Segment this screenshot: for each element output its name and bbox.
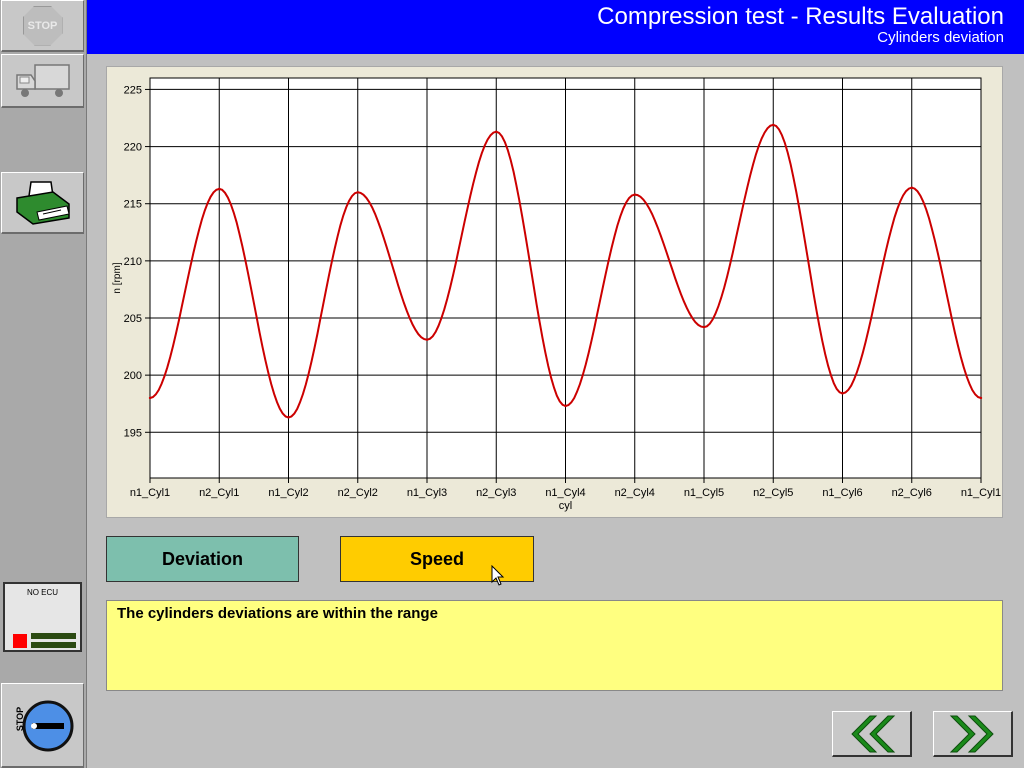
data-point bbox=[564, 404, 567, 408]
ecu-status-label: NO ECU bbox=[26, 588, 59, 597]
previous-button[interactable] bbox=[832, 711, 912, 757]
data-point bbox=[979, 396, 983, 400]
x-tick-label: n2_Cyl1 bbox=[199, 487, 239, 499]
x-tick-label: n2_Cyl4 bbox=[615, 487, 655, 499]
x-tick-label: n1_Cyl6 bbox=[822, 487, 862, 499]
x-tick-label: n1_Cyl2 bbox=[268, 487, 308, 499]
data-point bbox=[702, 325, 706, 329]
x-tick-label: n2_Cyl6 bbox=[892, 487, 932, 499]
y-tick-label: 225 bbox=[124, 84, 142, 96]
double-chevron-left-icon bbox=[850, 715, 895, 752]
x-tick-label: n2_Cyl5 bbox=[753, 487, 793, 499]
y-axis-label: n [rpm] bbox=[112, 262, 123, 293]
data-point bbox=[148, 396, 152, 400]
data-point bbox=[287, 416, 290, 419]
sidebar: STOP NO ECU STOP bbox=[0, 0, 87, 768]
x-tick-label: n1_Cyl4 bbox=[545, 487, 585, 499]
ecu-bar bbox=[31, 642, 76, 648]
x-tick-label: n1_Cyl3 bbox=[407, 487, 447, 499]
data-point bbox=[841, 392, 844, 395]
stop-top-button[interactable]: STOP bbox=[1, 0, 84, 52]
x-tick-label: n2_Cyl3 bbox=[476, 487, 516, 499]
stop-top-label: STOP bbox=[27, 19, 58, 32]
header-bar: Compression test - Results Evaluation Cy… bbox=[87, 0, 1024, 54]
deviation-button[interactable]: Deviation bbox=[106, 536, 299, 582]
stop-bottom-button[interactable]: STOP bbox=[1, 683, 84, 768]
x-tick-label: n1_Cyl1 bbox=[130, 487, 170, 499]
x-axis-label: cyl bbox=[559, 500, 572, 512]
data-point bbox=[495, 130, 498, 133]
page-title: Compression test - Results Evaluation bbox=[597, 3, 1004, 30]
x-tick-label: n1_Cyl1 bbox=[961, 487, 1001, 499]
printer-icon bbox=[15, 180, 70, 225]
x-tick-label: n1_Cyl5 bbox=[684, 487, 724, 499]
next-button[interactable] bbox=[933, 711, 1013, 757]
data-point bbox=[218, 187, 221, 191]
ecu-status-panel: NO ECU bbox=[3, 582, 82, 652]
data-point bbox=[425, 338, 429, 341]
data-point bbox=[772, 123, 775, 127]
y-tick-label: 215 bbox=[124, 199, 142, 211]
stop-sign-icon: STOP bbox=[22, 5, 63, 46]
result-message: The cylinders deviations are within the … bbox=[106, 600, 1003, 691]
y-tick-label: 210 bbox=[124, 256, 142, 268]
double-chevron-right-icon bbox=[949, 715, 994, 752]
chart-panel: 195 200 205 210 215 220 225 n1_Cyl1 n2_Cyl1 n1_Cy… bbox=[106, 66, 1003, 518]
mouse-cursor-icon bbox=[491, 565, 505, 586]
y-tick-label: 205 bbox=[124, 313, 142, 325]
data-point bbox=[633, 193, 636, 196]
ecu-red-indicator bbox=[13, 634, 27, 648]
data-point bbox=[910, 186, 913, 189]
vehicle-button[interactable] bbox=[1, 54, 84, 108]
y-tick-label: 195 bbox=[124, 427, 142, 439]
stop-bottom-label: STOP bbox=[15, 706, 26, 732]
x-tick-label: n2_Cyl2 bbox=[338, 487, 378, 499]
y-tick-label: 220 bbox=[124, 142, 142, 154]
y-tick-label: 200 bbox=[124, 370, 142, 382]
speed-line-chart: 195 200 205 210 215 220 225 n1_Cyl1 n2_Cyl1 n1_Cy… bbox=[112, 77, 1001, 512]
truck-icon bbox=[15, 63, 70, 97]
page-subtitle: Cylinders deviation bbox=[877, 29, 1004, 46]
data-point bbox=[356, 191, 359, 194]
print-button[interactable] bbox=[1, 172, 84, 234]
ecu-bar bbox=[31, 633, 76, 639]
